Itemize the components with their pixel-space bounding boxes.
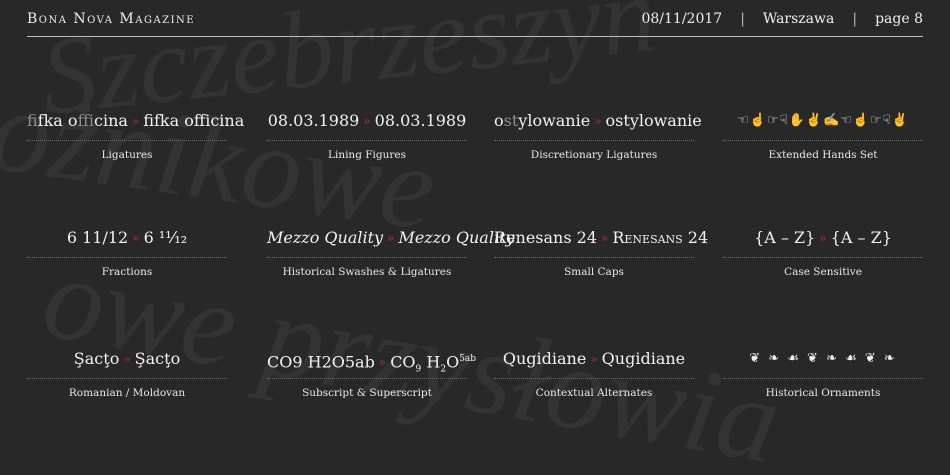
feature-label: Historical Ornaments	[765, 387, 881, 399]
sample-superscript: 5ab	[459, 354, 477, 364]
arrow-icon: »	[123, 352, 131, 366]
feature-label: Lining Figures	[327, 149, 407, 161]
feature-sample: Qugidiane» Qugidiane	[494, 347, 694, 371]
sample-result: Şacţo	[134, 349, 181, 368]
feature-romanian-moldovan: Şacţo» Şacţo Romanian / Moldovan	[27, 347, 227, 399]
feature-fractions: 6 11/12» 6 ¹¹⁄₁₂ Fractions	[27, 226, 227, 278]
divider	[27, 140, 227, 141]
arrow-icon: »	[378, 355, 387, 370]
feature-label: Small Caps	[564, 266, 624, 278]
sample-result: 08.03.1989	[374, 111, 467, 130]
header-separator: |	[852, 11, 858, 27]
arrow-icon: »	[132, 231, 140, 245]
feature-sample: fifka officina» fifka officina	[27, 109, 244, 133]
divider	[267, 257, 467, 258]
feature-label: Fractions	[101, 266, 153, 278]
page-number: page 8	[875, 11, 923, 27]
feature-extended-hands: ☜☝☞☟✋✌✍☜☝☞☟✌ Extended Hands Set	[723, 109, 923, 161]
divider	[267, 140, 467, 141]
feature-sample: ostylowanie» ostylowanie	[494, 109, 702, 133]
feature-label: Case Sensitive	[784, 266, 862, 278]
divider	[494, 378, 694, 379]
feature-lining-figures: 08.03.1989» 08.03.1989 Lining Figures	[267, 109, 467, 161]
sample-result: Renesans 24	[612, 228, 709, 247]
page-header: Bona Nova Magazine 08/11/2017 | Warszawa | p…	[27, 8, 923, 37]
feature-sample: CO9 H2O5ab» CO9 H2O5ab	[267, 347, 476, 374]
feature-historical-swashes: Mezzo Quality» Mezzo Quality Historical S…	[267, 226, 515, 278]
ornaments-glyphs-icon: ❦ ❧ ☙ ❦ ❧ ☙ ❦ ❧	[749, 351, 897, 366]
sample-result: Qugidiane	[601, 349, 686, 368]
arrow-icon: »	[594, 114, 602, 128]
feature-sample: Mezzo Quality» Mezzo Quality	[267, 226, 515, 250]
sample-text: ylowanie	[518, 111, 591, 130]
feature-discretionary-ligatures: ostylowanie» ostylowanie Discretionary Li…	[494, 109, 702, 161]
divider	[723, 378, 923, 379]
sample-highlight: ffi	[77, 111, 95, 130]
sample-text: Qugidiane	[502, 349, 587, 368]
divider	[723, 257, 923, 258]
feature-label: Subscript & Superscript	[302, 387, 432, 399]
sample-text: a o	[53, 111, 78, 130]
arrow-icon: »	[590, 352, 598, 366]
sample-text: CO9 H2O5ab	[267, 352, 375, 372]
arrow-icon: »	[363, 114, 371, 128]
divider	[27, 257, 227, 258]
sample-result: CO	[390, 352, 416, 372]
sample-highlight: st	[503, 111, 519, 130]
feature-label: Extended Hands Set	[768, 149, 878, 161]
divider	[723, 140, 923, 141]
header-meta: 08/11/2017 | Warszawa | page 8	[641, 11, 923, 27]
sample-text: Şacţo	[73, 349, 120, 368]
sample-text: Renesans 24	[494, 228, 597, 247]
feature-case-sensitive: {A – Z}» {A – Z} Case Sensitive	[723, 226, 923, 278]
magazine-title: Bona Nova Magazine	[27, 11, 196, 27]
feature-historical-ornaments: ❦ ❧ ☙ ❦ ❧ ☙ ❦ ❧ Historical Ornaments	[723, 347, 923, 399]
feature-label: Historical Swashes & Ligatures	[282, 266, 452, 278]
divider	[494, 140, 694, 141]
divider	[27, 378, 227, 379]
sample-result: fifka officina	[143, 111, 245, 130]
feature-small-caps: Renesans 24» Renesans 24 Small Caps	[494, 226, 708, 278]
sample-text: fk	[37, 111, 54, 130]
arrow-icon: »	[387, 231, 395, 245]
sample-text: 6 11/12	[66, 228, 129, 247]
sample-result: ostylowanie	[605, 111, 702, 130]
feature-label: Contextual Alternates	[535, 387, 653, 399]
divider	[267, 378, 467, 379]
feature-label: Romanian / Moldovan	[68, 387, 186, 399]
issue-date: 08/11/2017	[641, 11, 723, 27]
arrow-icon: »	[819, 231, 827, 245]
sample-text: 08.03.1989	[267, 111, 360, 130]
sample-result: H	[421, 352, 441, 372]
sample-text: Mezzo Quality	[267, 228, 384, 247]
sample-highlight: fi	[27, 111, 38, 130]
divider	[494, 257, 694, 258]
feature-sample: 08.03.1989» 08.03.1989	[267, 109, 467, 133]
sample-result: O	[446, 352, 460, 372]
feature-contextual-alternates: Qugidiane» Qugidiane Contextual Alternate…	[494, 347, 694, 399]
sample-text: cina	[94, 111, 128, 130]
sample-result: 6 ¹¹⁄₁₂	[143, 228, 188, 247]
arrow-icon: »	[131, 114, 140, 128]
sample-result: {A – Z}	[830, 228, 892, 247]
feature-label: Discretionary Ligatures	[530, 149, 658, 161]
sample-text: {A – Z}	[754, 228, 816, 247]
feature-sample: 6 11/12» 6 ¹¹⁄₁₂	[27, 226, 227, 250]
header-separator: |	[740, 11, 745, 27]
feature-sample: Şacţo» Şacţo	[27, 347, 227, 371]
sample-text: o	[494, 111, 504, 130]
feature-label: Ligatures	[101, 149, 153, 161]
feature-sample: {A – Z}» {A – Z}	[723, 226, 923, 250]
arrow-icon: »	[601, 231, 609, 245]
feature-subscript-superscript: CO9 H2O5ab» CO9 H2O5ab Subscript & Supers…	[267, 347, 476, 399]
hands-glyphs-icon: ☜☝☞☟✋✌✍☜☝☞☟✌	[737, 113, 909, 128]
feature-sample: Renesans 24» Renesans 24	[494, 226, 708, 250]
feature-ligatures: fifka officina» fifka officina Ligatures	[27, 109, 244, 161]
issue-city: Warszawa	[762, 11, 835, 27]
